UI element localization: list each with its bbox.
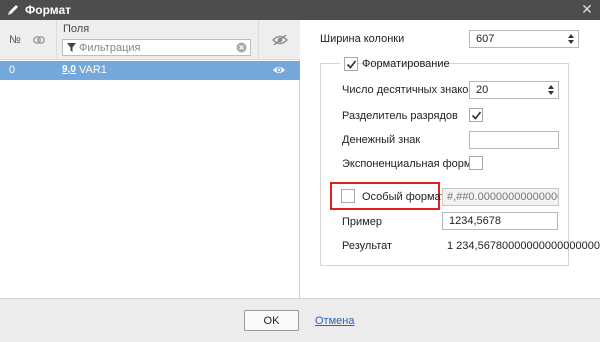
- thousands-separator-checkbox[interactable]: [469, 108, 483, 122]
- ok-button[interactable]: OK: [244, 310, 299, 331]
- custom-format-checkbox[interactable]: [341, 189, 355, 203]
- close-icon[interactable]: ✕: [580, 2, 594, 16]
- currency-label: Денежный знак: [342, 134, 421, 146]
- cancel-link[interactable]: Отмена: [315, 315, 354, 327]
- decimals-spinner[interactable]: 20: [469, 81, 559, 99]
- header-separator: [56, 20, 57, 60]
- example-value: 1234,5678: [449, 215, 501, 227]
- exponential-checkbox[interactable]: [469, 156, 483, 170]
- grid-header: № Поля: [0, 20, 300, 60]
- column-header-fields: Поля: [63, 23, 90, 35]
- eye-off-icon[interactable]: [272, 33, 288, 47]
- currency-input[interactable]: [469, 131, 559, 149]
- formatting-group-title: Форматирование: [340, 56, 450, 72]
- column-header-number: №: [9, 34, 21, 46]
- window-title: Формат: [25, 3, 72, 17]
- header-separator: [258, 20, 259, 60]
- formatting-checkbox[interactable]: [344, 57, 358, 71]
- column-width-label: Ширина колонки: [320, 33, 405, 45]
- thousands-separator-label: Разделитель разрядов: [342, 110, 458, 122]
- spinner-arrows-icon[interactable]: [548, 84, 554, 96]
- decimals-value: 20: [476, 84, 489, 96]
- custom-format-value: #,##0.00000000000000000000: [447, 191, 558, 203]
- row-number: 0: [9, 64, 16, 76]
- filter-input[interactable]: [79, 41, 229, 54]
- clear-icon[interactable]: [236, 42, 247, 53]
- example-label: Пример: [342, 216, 382, 228]
- result-label: Результат: [342, 240, 393, 252]
- pencil-icon: [8, 5, 18, 15]
- custom-format-label: Особый формат: [362, 191, 446, 203]
- dialog-footer: OK Отмена: [0, 298, 600, 342]
- exponential-label: Экспоненциальная форма: [342, 158, 478, 170]
- filter-box[interactable]: [62, 39, 251, 56]
- custom-format-input[interactable]: #,##0.00000000000000000000: [442, 188, 559, 206]
- link-icon[interactable]: [32, 33, 46, 47]
- result-value: 1 234,56780000000000000000: [447, 240, 600, 252]
- fields-panel: № Поля 0 9,0 VAR1: [0, 20, 300, 298]
- spinner-arrows-icon[interactable]: [568, 33, 574, 45]
- row-field-name: VAR1: [79, 64, 107, 76]
- check-icon: [346, 60, 357, 69]
- column-width-value: 607: [476, 33, 495, 45]
- column-width-spinner[interactable]: 607: [469, 30, 579, 48]
- check-icon: [471, 111, 482, 120]
- filter-icon: [67, 43, 76, 52]
- example-input[interactable]: 1234,5678: [442, 212, 558, 230]
- formatting-label: Форматирование: [362, 58, 450, 70]
- table-row[interactable]: 0 9,0 VAR1: [0, 61, 300, 80]
- title-bar: Формат ✕: [0, 0, 600, 20]
- decimals-label: Число десятичных знаков: [342, 84, 475, 96]
- row-type: 9,0: [62, 64, 76, 75]
- eye-icon[interactable]: [272, 64, 286, 76]
